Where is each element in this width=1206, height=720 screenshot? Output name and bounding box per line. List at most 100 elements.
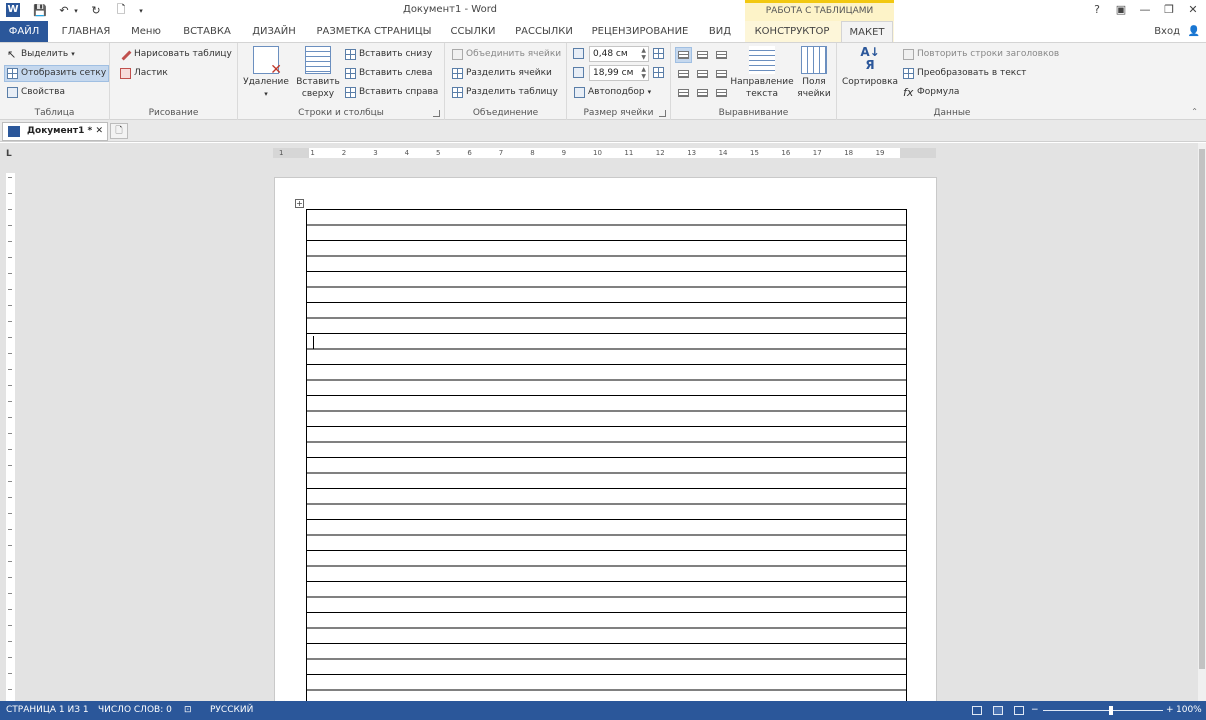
ruler-tick-label: 1 [279,149,284,157]
insert-below-label: Вставить снизу [359,49,433,59]
zoom-out-button[interactable]: − [1031,701,1039,720]
tab-stop-selector[interactable]: L [6,149,12,159]
zoom-slider[interactable] [1043,710,1163,711]
insert-right-button[interactable]: Вставить справа [343,84,440,101]
tab-mailings[interactable]: РАССЫЛКИ [510,21,578,42]
minimize-icon[interactable]: — [1134,2,1156,18]
tab-table-layout[interactable]: МАКЕТ [841,21,893,42]
word-count[interactable]: ЧИСЛО СЛОВ: 0 [98,701,172,720]
tab-review[interactable]: РЕЦЕНЗИРОВАНИЕ [588,21,692,42]
tab-references[interactable]: ССЫЛКИ [446,21,500,42]
column-width-input[interactable]: 18,99 см ▲ ▼ [589,65,649,81]
align-bottom-left-icon[interactable] [675,85,692,101]
customize-toolbar-icon[interactable]: ▾ [136,2,146,19]
delete-button[interactable]: Удаление ▾ [242,46,290,100]
vertical-ruler-tick [8,577,12,578]
align-center-icon[interactable] [694,66,711,82]
vertical-ruler-tick [8,689,12,690]
language-indicator[interactable]: РУССКИЙ [210,701,253,720]
zoom-in-button[interactable]: + [1166,701,1174,720]
vertical-ruler-tick [8,321,12,322]
restore-icon[interactable]: ❐ [1158,2,1180,18]
table-tools-context-label: РАБОТА С ТАБЛИЦАМИ [745,0,894,21]
table-move-handle-icon[interactable]: + [295,199,304,208]
formula-button[interactable]: fx Формула [901,84,961,101]
dialog-launcher-icon[interactable] [659,110,666,117]
vertical-scrollbar[interactable] [1198,143,1206,701]
zoom-slider-thumb[interactable] [1109,706,1113,715]
horizontal-ruler[interactable]: 1 1 2 3 4 5 6 7 8 9 10 11 12 13 14 15 16 17 18 19 [273,148,936,158]
vertical-ruler[interactable] [6,173,15,701]
spin-arrows-icon[interactable]: ▲ ▼ [641,66,646,80]
distribute-columns-icon[interactable] [653,67,664,78]
scrollbar-thumb[interactable] [1199,149,1205,669]
align-center-right-icon[interactable] [713,66,730,82]
close-icon[interactable]: ✕ [1182,2,1204,18]
merge-cells-button[interactable]: Объединить ячейки [450,46,563,63]
read-mode-icon[interactable] [972,706,982,715]
spin-arrows-icon[interactable]: ▲ ▼ [641,47,646,61]
autofit-button[interactable]: Автоподбор ▾ [572,84,653,101]
tab-insert[interactable]: ВСТАВКА [178,21,236,42]
repeat-header-rows-button[interactable]: Повторить строки заголовков [901,46,1061,63]
new-document-icon[interactable]: 🗋 [113,2,129,19]
tab-table-design[interactable]: КОНСТРУКТОР [750,21,834,42]
properties-button[interactable]: Свойства [5,84,67,101]
chevron-down-icon: ▾ [264,90,268,98]
save-icon[interactable]: 💾 [32,2,48,19]
redo-icon[interactable]: ↻ [88,2,104,19]
tab-page-layout[interactable]: РАЗМЕТКА СТРАНИЦЫ [312,21,436,42]
zoom-level[interactable]: 100% [1176,701,1202,720]
undo-dropdown-icon[interactable]: ▾ [72,2,80,19]
document-tab[interactable]: Документ1 * ✕ [2,122,108,141]
vertical-ruler-tick [8,385,12,386]
undo-icon[interactable]: ↶ [56,2,72,19]
align-top-right-icon[interactable] [713,47,730,63]
close-document-tab-button[interactable]: ✕ [95,123,103,140]
document-page[interactable]: + [274,177,937,701]
sort-button[interactable]: А↓ Я Сортировка [839,46,901,88]
split-cells-button[interactable]: Разделить ячейки [450,65,554,82]
vertical-ruler-tick [8,497,12,498]
collapse-ribbon-icon[interactable]: ⌃ [1191,107,1198,116]
document-table[interactable] [306,209,907,701]
insert-left-icon [345,68,356,79]
split-table-button[interactable]: Разделить таблицу [450,84,560,101]
alignment-grid [675,47,730,101]
cell-margins-button[interactable]: Поля ячейки [795,46,833,100]
tab-menu[interactable]: Меню [124,21,168,42]
web-layout-icon[interactable] [1014,706,1024,715]
text-direction-button[interactable]: Направление текста [729,46,795,100]
insert-below-button[interactable]: Вставить снизу [343,46,434,63]
eraser-button[interactable]: Ластик [118,65,170,82]
new-document-tab-icon[interactable]: 🗋 [110,123,128,139]
tab-home[interactable]: ГЛАВНАЯ [55,21,117,42]
insert-left-button[interactable]: Вставить слева [343,65,435,82]
draw-table-button[interactable]: Нарисовать таблицу [118,46,234,63]
distribute-rows-icon[interactable] [653,48,664,59]
insert-above-label-2: сверху [301,89,335,99]
align-bottom-center-icon[interactable] [694,85,711,101]
sign-in-link[interactable]: Вход [1154,21,1180,42]
print-layout-icon[interactable] [993,706,1003,715]
select-button[interactable]: ↖ Выделить ▾ [5,46,77,63]
tab-file[interactable]: ФАЙЛ [0,21,48,42]
align-top-center-icon[interactable] [694,47,711,63]
align-bottom-right-icon[interactable] [713,85,730,101]
row-height-input[interactable]: 0,48 см ▲ ▼ [589,46,649,62]
dialog-launcher-icon[interactable] [433,110,440,117]
tab-design[interactable]: ДИЗАЙН [246,21,302,42]
user-icon[interactable]: 👤 [1186,21,1202,42]
convert-to-text-icon [903,68,914,79]
help-button[interactable]: ? [1086,2,1108,18]
proofing-icon[interactable]: ⊡ [184,701,192,720]
insert-above-button[interactable]: Вставить сверху [294,46,342,100]
align-top-left-icon[interactable] [675,47,692,63]
tab-view[interactable]: ВИД [702,21,738,42]
convert-to-text-button[interactable]: Преобразовать в текст [901,65,1028,82]
show-gridlines-button[interactable]: Отобразить сетку [4,65,110,82]
align-center-left-icon[interactable] [675,66,692,82]
ribbon-display-options-icon[interactable]: ▣ [1110,2,1132,18]
insert-right-icon [345,87,356,98]
page-count[interactable]: СТРАНИЦА 1 ИЗ 1 [6,701,89,720]
